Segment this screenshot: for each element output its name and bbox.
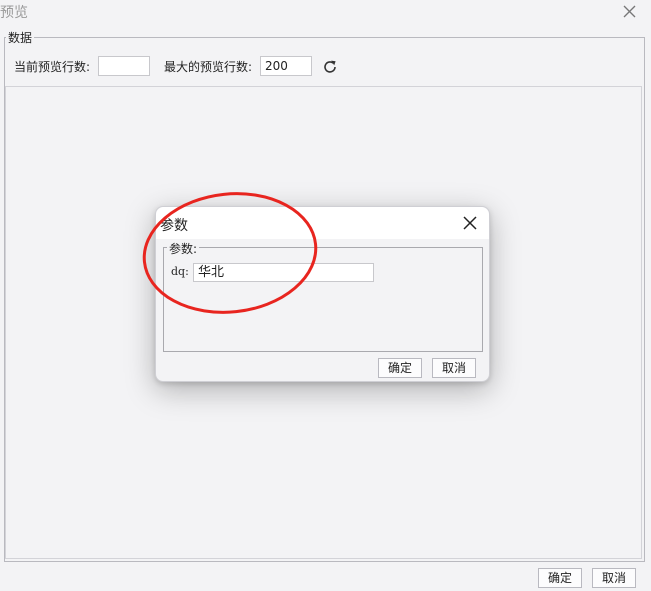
param-dq-input[interactable]: 华北	[193, 263, 374, 282]
ok-button[interactable]: 确定	[538, 568, 582, 588]
current-rows-input[interactable]	[98, 56, 150, 76]
cancel-button[interactable]: 取消	[592, 568, 636, 588]
refresh-icon[interactable]	[321, 58, 339, 76]
dialog-close-icon[interactable]	[461, 214, 479, 232]
dialog-title: 参数	[160, 218, 188, 234]
dialog-title-bar: 参数	[156, 207, 489, 239]
preview-window: 预览 数据 当前预览行数: 最大的预览行数: 200 确定 取消 参数 参数: …	[0, 0, 651, 591]
dialog-ok-button[interactable]: 确定	[378, 358, 422, 378]
close-icon[interactable]	[615, 0, 643, 26]
parameter-dialog: 参数 参数: dq: 华北 确定 取消	[155, 206, 490, 382]
window-title: 预览	[0, 5, 28, 21]
dialog-group-legend: 参数:	[167, 240, 200, 257]
param-dq-label: dq:	[171, 265, 189, 278]
current-rows-label: 当前预览行数:	[14, 60, 91, 74]
max-rows-label: 最大的预览行数:	[164, 60, 253, 74]
max-rows-input[interactable]: 200	[260, 56, 312, 76]
title-bar: 预览	[0, 0, 651, 26]
dialog-cancel-button[interactable]: 取消	[432, 358, 476, 378]
data-group-legend: 数据	[6, 29, 35, 46]
